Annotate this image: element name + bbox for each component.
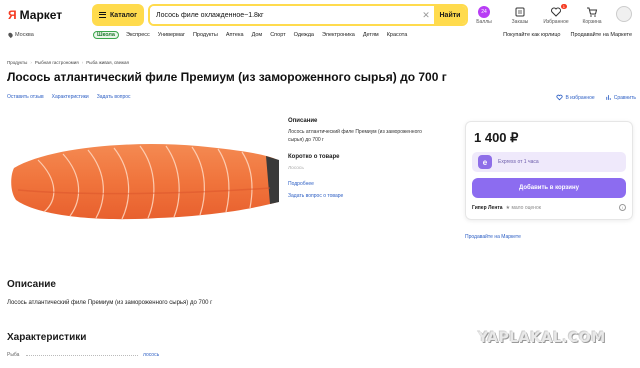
watermark: YAPLAKAL.COM <box>478 330 606 346</box>
bonus-count: 24 <box>481 8 487 15</box>
nav-item[interactable]: Аптека <box>226 32 244 38</box>
bonus-link[interactable]: 24 Баллы <box>468 5 500 25</box>
category-nav: Москва Школа Экспресс Универмаг Продукты… <box>0 28 640 42</box>
page-title: Лосось атлантический филе Премиум (из за… <box>7 70 447 84</box>
favorites-text: В избранное <box>565 94 595 101</box>
seller-row: Гипер Лента ★ мало оценок i <box>472 204 626 211</box>
breadcrumb-item[interactable]: Продукты <box>7 60 27 65</box>
description-heading: Описание <box>288 118 318 124</box>
express-text: Express от 1 часа <box>498 159 539 165</box>
char-dots-divider <box>26 355 138 356</box>
nav-item[interactable]: Электроника <box>322 32 355 38</box>
compare-icon <box>606 95 611 100</box>
search-button[interactable]: Найти <box>434 6 466 24</box>
price: 1 400 ₽ <box>474 130 519 145</box>
orders-icon <box>515 7 525 16</box>
seller-name[interactable]: Гипер Лента <box>472 205 503 211</box>
nav-item[interactable]: Одежда <box>294 32 314 38</box>
market-logo[interactable]: Я Маркет <box>8 8 92 22</box>
add-to-favorites-button[interactable]: В избранное <box>556 94 595 101</box>
ask-question-link[interactable]: Задать вопрос <box>97 94 131 100</box>
favorites-label: Избранное <box>543 18 569 25</box>
heart-icon <box>556 94 563 101</box>
seller-rating: ★ мало оценок <box>505 204 541 211</box>
breadcrumb: Продукты › Рыбная гастрономия › Рыба жив… <box>7 60 129 65</box>
buy-box: 1 400 ₽ e Express от 1 часа Добавить в к… <box>465 121 633 220</box>
more-link[interactable]: Подробнее <box>288 181 428 187</box>
nav-item[interactable]: Экспресс <box>126 32 150 38</box>
breadcrumb-item[interactable]: Рыбная гастрономия <box>35 60 79 65</box>
char-value[interactable]: лосось <box>143 352 159 358</box>
description-section-heading: Описание <box>7 279 56 290</box>
description-column: Описание Лосось атлантический филе Преми… <box>288 118 428 205</box>
express-delivery-banner[interactable]: e Express от 1 часа <box>472 152 626 172</box>
breadcrumb-separator: › <box>30 60 32 65</box>
avatar[interactable] <box>616 5 632 22</box>
product-right-actions: В избранное Сравнить <box>556 94 636 101</box>
bonus-icon: 24 <box>478 5 490 18</box>
product-actions: Оставить отзыв Характеристики Задать воп… <box>7 94 131 100</box>
favorites-link[interactable]: 1 Избранное <box>540 3 572 25</box>
add-to-cart-button[interactable]: Добавить в корзину <box>472 178 626 198</box>
leave-review-link[interactable]: Оставить отзыв <box>7 94 44 100</box>
brief-item: Лосось <box>288 166 304 171</box>
business-link[interactable]: Покупайте как юрлицо <box>503 32 560 38</box>
catalog-label: Каталог <box>109 11 138 19</box>
brief-heading: Коротко о товаре <box>288 154 340 160</box>
breadcrumb-separator: › <box>81 60 84 65</box>
orders-label: Заказы <box>511 18 529 25</box>
nav-item[interactable]: Универмаг <box>158 32 185 38</box>
clear-icon[interactable]: ✕ <box>418 6 434 24</box>
top-header: Я Маркет Каталог ✕ Найти 24 Баллы Заказы… <box>0 0 640 30</box>
description-text: Лосось атлантический филе Премиум (из за… <box>288 129 422 143</box>
info-icon[interactable]: i <box>619 204 626 211</box>
orders-link[interactable]: Заказы <box>504 6 536 25</box>
cart-link[interactable]: Корзина <box>576 6 608 25</box>
nav-school[interactable]: Школа <box>93 31 119 39</box>
nav-item[interactable]: Дом <box>252 32 263 38</box>
catalog-button[interactable]: Каталог <box>92 4 144 26</box>
nav-item[interactable]: Красота <box>387 32 408 38</box>
express-icon: e <box>478 155 492 169</box>
menu-icon <box>98 12 106 18</box>
logo-mark: Я <box>8 8 17 22</box>
seller-rating-text: мало оценок <box>511 204 541 211</box>
description-section-text: Лосось атлантический филе Премиум (из за… <box>7 300 213 306</box>
ask-about-product-link[interactable]: Задать вопрос о товаре <box>288 193 428 199</box>
header-icons: 24 Баллы Заказы 1 Избранное Корзина <box>468 3 632 25</box>
characteristics-heading: Характеристики <box>7 332 87 343</box>
location-label: Москва <box>15 32 34 38</box>
location-pin-icon <box>7 31 14 39</box>
compare-button[interactable]: Сравнить <box>605 94 636 101</box>
location-selector[interactable]: Москва <box>7 31 93 39</box>
logo-text: Маркет <box>19 8 63 22</box>
char-label: Рыба <box>7 352 20 358</box>
characteristics-link[interactable]: Характеристики <box>52 94 89 100</box>
nav-item[interactable]: Спорт <box>270 32 285 38</box>
cart-icon <box>587 7 598 17</box>
nav-item[interactable]: Продукты <box>193 32 218 38</box>
breadcrumb-item[interactable]: Рыба живая, свежая <box>86 60 129 65</box>
nav-right: Покупайте как юрлицо Продавайте на Марке… <box>503 32 632 38</box>
product-image[interactable] <box>8 130 280 230</box>
bonus-label: Баллы <box>476 18 492 25</box>
search-input[interactable] <box>150 6 418 24</box>
search-bar: ✕ Найти <box>148 4 468 26</box>
sell-on-market-link[interactable]: Продавайте на Маркете <box>465 234 521 240</box>
sell-on-market-link[interactable]: Продавайте на Маркете <box>571 32 633 38</box>
favorites-badge: 1 <box>560 3 567 9</box>
nav-item[interactable]: Детям <box>363 32 379 38</box>
cart-label: Корзина <box>582 18 602 25</box>
compare-text: Сравнить <box>613 94 636 101</box>
